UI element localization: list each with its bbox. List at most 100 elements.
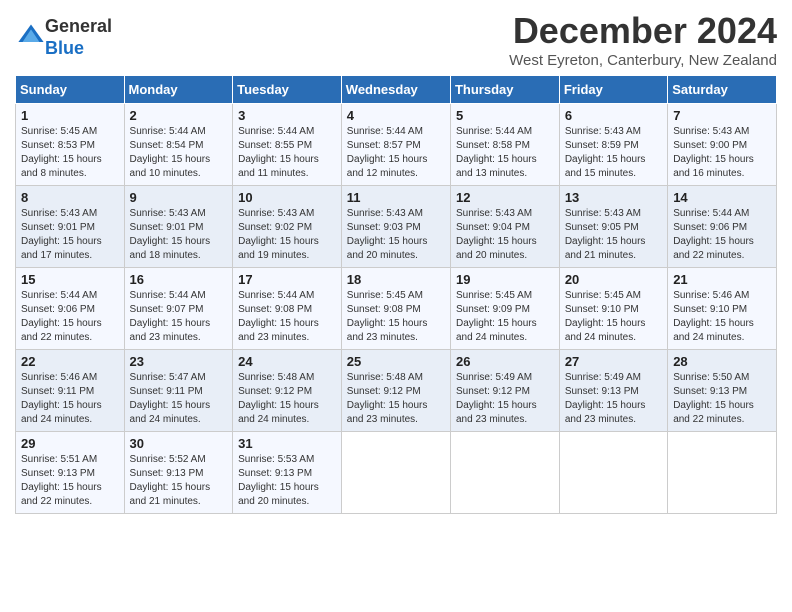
calendar-day-cell: 22 Sunrise: 5:46 AM Sunset: 9:11 PM Dayli…	[16, 350, 125, 432]
calendar-week-row: 8 Sunrise: 5:43 AM Sunset: 9:01 PM Daylig…	[16, 186, 777, 268]
day-header-tuesday: Tuesday	[233, 76, 342, 104]
day-content: Sunrise: 5:45 AM Sunset: 9:10 PM Dayligh…	[565, 289, 662, 345]
calendar-day-cell	[341, 432, 450, 514]
calendar-day-cell: 20 Sunrise: 5:45 AM Sunset: 9:10 PM Dayli…	[559, 268, 667, 350]
day-content: Sunrise: 5:49 AM Sunset: 9:12 PM Dayligh…	[456, 371, 554, 427]
day-content: Sunrise: 5:45 AM Sunset: 9:09 PM Dayligh…	[456, 289, 554, 345]
day-content: Sunrise: 5:45 AM Sunset: 9:08 PM Dayligh…	[347, 289, 445, 345]
day-number: 11	[347, 190, 445, 205]
calendar-day-cell: 8 Sunrise: 5:43 AM Sunset: 9:01 PM Daylig…	[16, 186, 125, 268]
day-number: 18	[347, 272, 445, 287]
day-content: Sunrise: 5:53 AM Sunset: 9:13 PM Dayligh…	[238, 453, 336, 509]
calendar-day-cell: 6 Sunrise: 5:43 AM Sunset: 8:59 PM Daylig…	[559, 104, 667, 186]
day-content: Sunrise: 5:45 AM Sunset: 8:53 PM Dayligh…	[21, 125, 119, 181]
day-content: Sunrise: 5:43 AM Sunset: 9:05 PM Dayligh…	[565, 207, 662, 263]
calendar-day-cell	[450, 432, 559, 514]
day-number: 27	[565, 354, 662, 369]
day-content: Sunrise: 5:52 AM Sunset: 9:13 PM Dayligh…	[130, 453, 228, 509]
day-content: Sunrise: 5:43 AM Sunset: 9:01 PM Dayligh…	[130, 207, 228, 263]
day-number: 23	[130, 354, 228, 369]
calendar-day-cell: 2 Sunrise: 5:44 AM Sunset: 8:54 PM Daylig…	[124, 104, 233, 186]
calendar-week-row: 15Sunrise: 5:44 AM Sunset: 9:06 PM Dayli…	[16, 268, 777, 350]
day-content: Sunrise: 5:43 AM Sunset: 9:01 PM Dayligh…	[21, 207, 119, 263]
calendar-day-cell: 27 Sunrise: 5:49 AM Sunset: 9:13 PM Dayli…	[559, 350, 667, 432]
calendar-day-cell: 14 Sunrise: 5:44 AM Sunset: 9:06 PM Dayli…	[668, 186, 777, 268]
day-number: 10	[238, 190, 336, 205]
calendar-day-cell: 29 Sunrise: 5:51 AM Sunset: 9:13 PM Dayli…	[16, 432, 125, 514]
calendar-day-cell: 4Sunrise: 5:44 AM Sunset: 8:57 PM Daylig…	[341, 104, 450, 186]
logo-text: General Blue	[45, 16, 112, 59]
day-header-wednesday: Wednesday	[341, 76, 450, 104]
calendar-day-cell: 25 Sunrise: 5:48 AM Sunset: 9:12 PM Dayli…	[341, 350, 450, 432]
day-header-saturday: Saturday	[668, 76, 777, 104]
calendar: SundayMondayTuesdayWednesdayThursdayFrid…	[15, 75, 777, 514]
day-content: Sunrise: 5:48 AM Sunset: 9:12 PM Dayligh…	[347, 371, 445, 427]
day-content: Sunrise: 5:50 AM Sunset: 9:13 PM Dayligh…	[673, 371, 771, 427]
day-content: Sunrise: 5:44 AM Sunset: 8:54 PM Dayligh…	[130, 125, 228, 181]
calendar-day-cell	[559, 432, 667, 514]
day-number: 31	[238, 436, 336, 451]
day-content: Sunrise: 5:43 AM Sunset: 8:59 PM Dayligh…	[565, 125, 662, 181]
day-content: Sunrise: 5:47 AM Sunset: 9:11 PM Dayligh…	[130, 371, 228, 427]
calendar-day-cell: 23 Sunrise: 5:47 AM Sunset: 9:11 PM Dayli…	[124, 350, 233, 432]
day-number: 8	[21, 190, 119, 205]
month-title: December 2024	[509, 10, 777, 52]
calendar-day-cell: 17Sunrise: 5:44 AM Sunset: 9:08 PM Dayli…	[233, 268, 342, 350]
day-number: 25	[347, 354, 445, 369]
logo-icon	[17, 21, 45, 49]
day-content: Sunrise: 5:46 AM Sunset: 9:10 PM Dayligh…	[673, 289, 771, 345]
day-header-friday: Friday	[559, 76, 667, 104]
day-number: 19	[456, 272, 554, 287]
calendar-day-cell: 9 Sunrise: 5:43 AM Sunset: 9:01 PM Daylig…	[124, 186, 233, 268]
day-content: Sunrise: 5:44 AM Sunset: 9:07 PM Dayligh…	[130, 289, 228, 345]
calendar-day-cell: 18 Sunrise: 5:45 AM Sunset: 9:08 PM Dayli…	[341, 268, 450, 350]
day-number: 29	[21, 436, 119, 451]
calendar-day-cell: 7 Sunrise: 5:43 AM Sunset: 9:00 PM Daylig…	[668, 104, 777, 186]
day-number: 7	[673, 108, 771, 123]
day-number: 28	[673, 354, 771, 369]
calendar-day-cell: 30 Sunrise: 5:52 AM Sunset: 9:13 PM Dayli…	[124, 432, 233, 514]
day-header-monday: Monday	[124, 76, 233, 104]
day-number: 13	[565, 190, 662, 205]
day-number: 17	[238, 272, 336, 287]
day-content: Sunrise: 5:43 AM Sunset: 9:04 PM Dayligh…	[456, 207, 554, 263]
calendar-day-cell: 11 Sunrise: 5:43 AM Sunset: 9:03 PM Dayli…	[341, 186, 450, 268]
day-content: Sunrise: 5:44 AM Sunset: 8:55 PM Dayligh…	[238, 125, 336, 181]
day-number: 14	[673, 190, 771, 205]
day-content: Sunrise: 5:43 AM Sunset: 9:02 PM Dayligh…	[238, 207, 336, 263]
day-content: Sunrise: 5:44 AM Sunset: 8:57 PM Dayligh…	[347, 125, 445, 181]
header: General Blue December 2024 West Eyreton,…	[15, 10, 777, 69]
day-content: Sunrise: 5:51 AM Sunset: 9:13 PM Dayligh…	[21, 453, 119, 509]
day-number: 2	[130, 108, 228, 123]
day-number: 30	[130, 436, 228, 451]
calendar-day-cell: 1Sunrise: 5:45 AM Sunset: 8:53 PM Daylig…	[16, 104, 125, 186]
calendar-day-cell: 24Sunrise: 5:48 AM Sunset: 9:12 PM Dayli…	[233, 350, 342, 432]
day-number: 6	[565, 108, 662, 123]
day-number: 9	[130, 190, 228, 205]
day-content: Sunrise: 5:44 AM Sunset: 9:06 PM Dayligh…	[673, 207, 771, 263]
calendar-week-row: 29 Sunrise: 5:51 AM Sunset: 9:13 PM Dayli…	[16, 432, 777, 514]
calendar-day-cell: 26 Sunrise: 5:49 AM Sunset: 9:12 PM Dayli…	[450, 350, 559, 432]
calendar-day-cell: 3 Sunrise: 5:44 AM Sunset: 8:55 PM Daylig…	[233, 104, 342, 186]
day-number: 12	[456, 190, 554, 205]
day-content: Sunrise: 5:44 AM Sunset: 8:58 PM Dayligh…	[456, 125, 554, 181]
day-number: 24	[238, 354, 336, 369]
day-content: Sunrise: 5:46 AM Sunset: 9:11 PM Dayligh…	[21, 371, 119, 427]
calendar-day-cell: 5Sunrise: 5:44 AM Sunset: 8:58 PM Daylig…	[450, 104, 559, 186]
day-number: 22	[21, 354, 119, 369]
day-header-sunday: Sunday	[16, 76, 125, 104]
day-number: 3	[238, 108, 336, 123]
calendar-day-cell: 15Sunrise: 5:44 AM Sunset: 9:06 PM Dayli…	[16, 268, 125, 350]
day-number: 15	[21, 272, 119, 287]
calendar-day-cell: 28 Sunrise: 5:50 AM Sunset: 9:13 PM Dayli…	[668, 350, 777, 432]
day-number: 26	[456, 354, 554, 369]
calendar-header-row: SundayMondayTuesdayWednesdayThursdayFrid…	[16, 76, 777, 104]
day-content: Sunrise: 5:43 AM Sunset: 9:00 PM Dayligh…	[673, 125, 771, 181]
day-number: 20	[565, 272, 662, 287]
calendar-day-cell: 19 Sunrise: 5:45 AM Sunset: 9:09 PM Dayli…	[450, 268, 559, 350]
calendar-day-cell: 21Sunrise: 5:46 AM Sunset: 9:10 PM Dayli…	[668, 268, 777, 350]
calendar-day-cell	[668, 432, 777, 514]
day-content: Sunrise: 5:49 AM Sunset: 9:13 PM Dayligh…	[565, 371, 662, 427]
location: West Eyreton, Canterbury, New Zealand	[509, 52, 777, 69]
day-content: Sunrise: 5:43 AM Sunset: 9:03 PM Dayligh…	[347, 207, 445, 263]
